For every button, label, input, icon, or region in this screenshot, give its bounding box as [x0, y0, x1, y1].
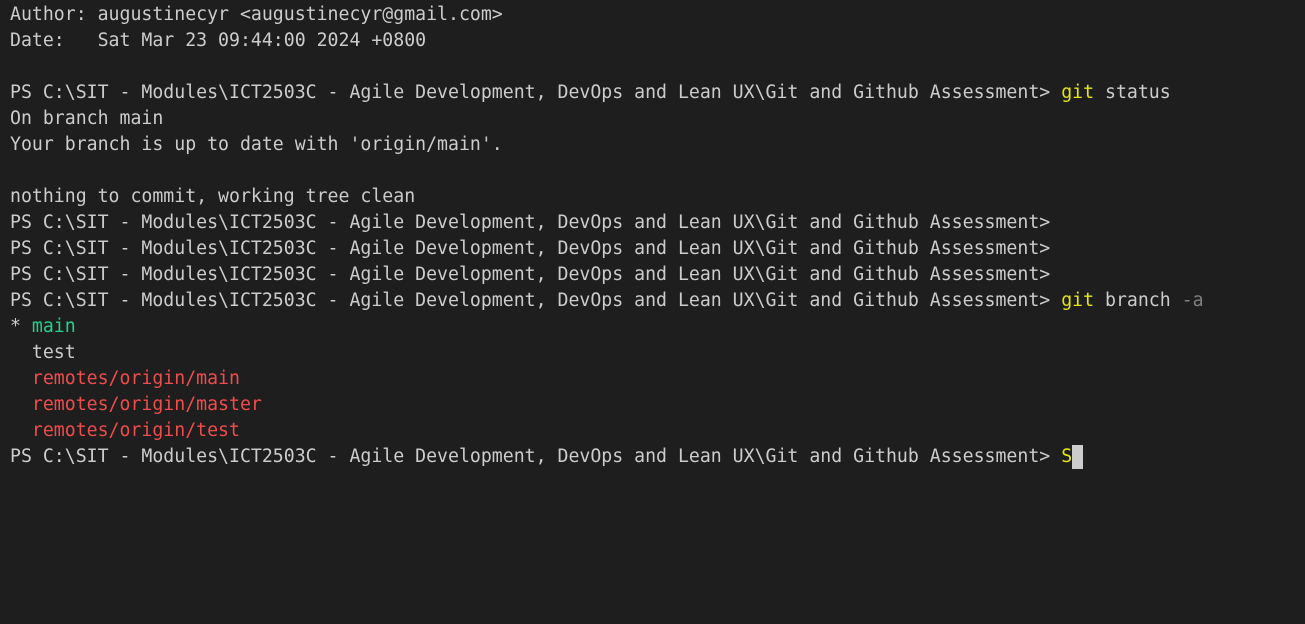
status-branch-line: On branch main: [10, 108, 164, 129]
current-branch-name: main: [31, 316, 76, 337]
remote-branch-name: remotes/origin/master: [31, 394, 262, 415]
remote-branch-name: remotes/origin/main: [31, 368, 240, 389]
branch-current-line: * main: [10, 314, 76, 340]
command-name: git: [1061, 290, 1095, 311]
status-uptodate-line: Your branch is up to date with 'origin/m…: [10, 134, 503, 155]
command-flag: -a: [1181, 290, 1204, 311]
empty-prompt-line: PS C:\SIT - Modules\ICT2503C - Agile Dev…: [10, 236, 1050, 262]
branch-remote-line: remotes/origin/test: [10, 418, 240, 444]
remote-branch-name: remotes/origin/test: [31, 420, 240, 441]
empty-prompt-line: PS C:\SIT - Modules\ICT2503C - Agile Dev…: [10, 210, 1050, 236]
empty-prompt-line: PS C:\SIT - Modules\ICT2503C - Agile Dev…: [10, 262, 1050, 288]
prompt: PS C:\SIT - Modules\ICT2503C - Agile Dev…: [10, 82, 1051, 103]
prompt: PS C:\SIT - Modules\ICT2503C - Agile Dev…: [10, 238, 1051, 259]
terminal-window[interactable]: Author: augustinecyr <augustinecyr@gmail…: [0, 0, 1305, 494]
status-clean-line: nothing to commit, working tree clean: [10, 186, 416, 207]
command-line-git-status: PS C:\SIT - Modules\ICT2503C - Agile Dev…: [10, 80, 1171, 106]
branch-remote-line: remotes/origin/main: [10, 366, 240, 392]
prompt: PS C:\SIT - Modules\ICT2503C - Agile Dev…: [10, 446, 1051, 467]
active-prompt-line[interactable]: PS C:\SIT - Modules\ICT2503C - Agile Dev…: [10, 444, 1084, 470]
command-line-git-branch: PS C:\SIT - Modules\ICT2503C - Agile Dev…: [10, 288, 1204, 314]
command-args: status: [1105, 82, 1171, 103]
branch-remote-line: remotes/origin/master: [10, 392, 262, 418]
command-args: branch: [1105, 290, 1171, 311]
command-input[interactable]: S: [1061, 446, 1072, 467]
log-author-line: Author: augustinecyr <augustinecyr@gmail…: [10, 4, 503, 25]
current-branch-marker: *: [10, 316, 32, 337]
log-date-line: Date: Sat Mar 23 09:44:00 2024 +0800: [10, 30, 427, 51]
text-cursor: [1072, 445, 1084, 469]
branch-local-line: test: [10, 342, 76, 363]
prompt: PS C:\SIT - Modules\ICT2503C - Agile Dev…: [10, 290, 1051, 311]
prompt: PS C:\SIT - Modules\ICT2503C - Agile Dev…: [10, 264, 1051, 285]
prompt: PS C:\SIT - Modules\ICT2503C - Agile Dev…: [10, 212, 1051, 233]
command-name: git: [1061, 82, 1095, 103]
